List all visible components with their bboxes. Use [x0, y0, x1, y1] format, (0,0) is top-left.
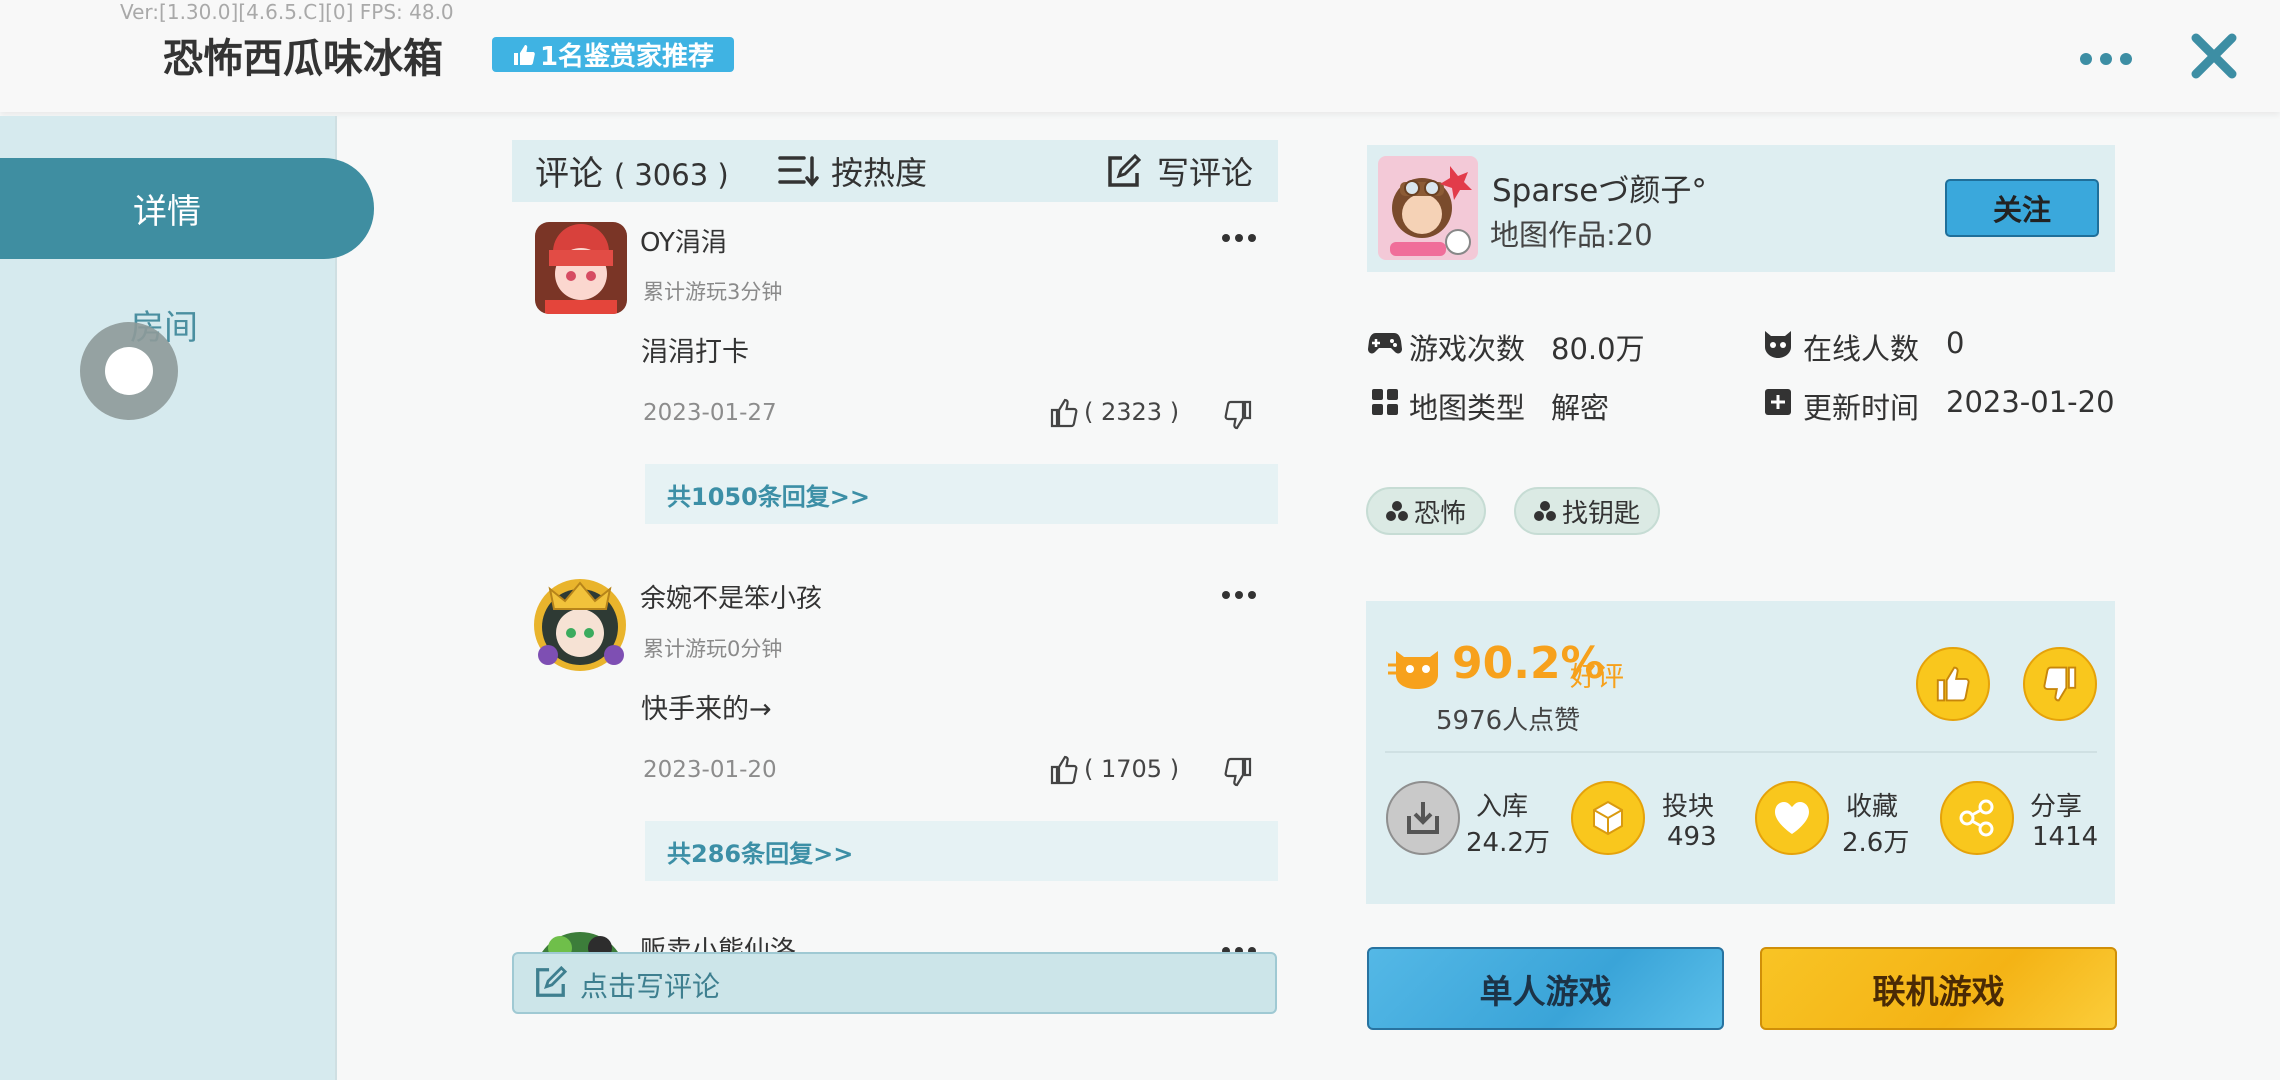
commenter-name[interactable]: 余婉不是笨小孩: [640, 578, 822, 615]
thumbs-down-icon[interactable]: [1224, 400, 1252, 430]
write-comment-button[interactable]: 写评论: [1157, 148, 1253, 194]
write-comment-bar-label: 点击写评论: [580, 970, 721, 1003]
map-type-value: 解密: [1551, 391, 1610, 425]
view-replies-link[interactable]: 共286条回复>>: [667, 834, 853, 869]
action-value: 24.2万: [1466, 828, 1550, 858]
action-label: 收藏: [1846, 792, 1899, 822]
version-fps-overlay: Ver:[1.30.0][4.6.5.C][0] FPS: 48.0: [120, 0, 454, 24]
map-title: 恐怖西瓜味冰箱: [163, 36, 443, 82]
comment-text: 涓涓打卡: [641, 337, 749, 368]
view-replies-link[interactable]: 共1050条回复>>: [667, 477, 870, 512]
author-avatar[interactable]: [1378, 156, 1478, 260]
sort-by-hot-button[interactable]: 按热度: [831, 148, 927, 194]
thumbs-down-icon: [2043, 666, 2077, 702]
block-icon: [1593, 800, 1623, 836]
tag-icon: [1386, 501, 1408, 521]
sidebar: [0, 116, 337, 1080]
avatar-bear-icon: [542, 932, 618, 952]
comment-date: 2023-01-27: [643, 400, 777, 426]
edit-icon[interactable]: [1105, 154, 1141, 190]
online-players-icon: [1765, 331, 1791, 358]
commenter-name[interactable]: OY涓涓: [640, 222, 727, 259]
commenter-playtime: 累计游玩0分钟: [643, 637, 783, 661]
commenter-name-clip: 贩卖小熊仙洛: [640, 930, 796, 952]
download-box-icon: [1407, 802, 1439, 834]
tag-label: 找钥匙: [1562, 498, 1641, 529]
single-player-button[interactable]: 单人游戏: [1367, 947, 1724, 1030]
close-icon[interactable]: [2188, 30, 2240, 82]
comments-count: ( 3063 ): [613, 158, 729, 192]
multiplayer-button[interactable]: 联机游戏: [1760, 947, 2117, 1030]
comment-like-count: ( 1705 ): [1084, 755, 1180, 783]
recommend-badge-label: 1名鉴赏家推荐: [539, 42, 715, 72]
thumbs-up-icon: [513, 44, 535, 65]
update-time-icon: [1765, 389, 1791, 415]
rating-word: 好评: [1570, 662, 1624, 693]
tag-chip[interactable]: 恐怖: [1366, 487, 1487, 535]
comment-like-count-text: ( 2323 ): [1084, 398, 1180, 426]
comment-text: 快手来的→: [641, 694, 772, 725]
action-label: 投块: [1662, 792, 1715, 822]
thumbs-down-icon[interactable]: [1224, 757, 1252, 787]
edit-icon: [536, 966, 567, 997]
update-time-value: 2023-01-20: [1946, 385, 2115, 419]
commenter-avatar[interactable]: [530, 575, 630, 675]
share-button[interactable]: [1940, 781, 2014, 855]
comment-more-icon[interactable]: [1222, 234, 1256, 242]
online-label: 在线人数: [1803, 332, 1920, 366]
action-label: 分享: [2030, 792, 2083, 822]
rating-divider: [1385, 751, 2097, 753]
map-type-label: 地图类型: [1409, 391, 1526, 425]
rating-likes-count: 5976人点赞: [1436, 706, 1581, 736]
rate-dislike-button[interactable]: [2023, 647, 2097, 721]
commenter-name[interactable]: 贩卖小熊仙洛: [640, 930, 796, 952]
tag-icon: [1534, 501, 1556, 521]
commenter-playtime: 累计游玩3分钟: [643, 280, 783, 304]
floating-assist-ball-center: [105, 347, 153, 395]
heart-icon: [1775, 802, 1809, 834]
comments-title: 评论 ( 3063 ): [535, 146, 729, 195]
comment-date: 2023-01-20: [643, 757, 777, 783]
add-to-library-button[interactable]: [1386, 781, 1460, 855]
plays-value: 80.0万: [1551, 332, 1645, 366]
action-label: 入库: [1476, 792, 1529, 822]
commenter-avatar[interactable]: [530, 928, 630, 952]
tag-chip[interactable]: 找钥匙: [1514, 487, 1661, 535]
online-value: 0: [1946, 326, 1965, 360]
recommend-badge[interactable]: 1名鉴赏家推荐: [492, 37, 734, 72]
thumbs-up-icon[interactable]: [1050, 398, 1078, 428]
tab-details[interactable]: 详情: [0, 158, 374, 259]
favorite-button[interactable]: [1755, 781, 1829, 855]
action-value: 1414: [2032, 822, 2099, 852]
follow-button[interactable]: 关注: [1945, 179, 2099, 237]
share-icon: [1959, 799, 1994, 837]
commenter-avatar[interactable]: [535, 222, 627, 314]
comment-more-icon[interactable]: [1222, 591, 1256, 599]
plays-label: 游戏次数: [1409, 332, 1526, 366]
thumbs-up-icon: [1936, 666, 1970, 702]
map-type-icon: [1372, 389, 1398, 415]
action-value: 493: [1667, 822, 1717, 852]
update-time-label: 更新时间: [1803, 391, 1920, 425]
rate-like-button[interactable]: [1916, 647, 1990, 721]
tag-label: 恐怖: [1414, 498, 1467, 529]
sort-icon[interactable]: [778, 154, 822, 188]
comment-like-count: ( 2323 ): [1084, 398, 1179, 426]
avatar-girl-crown-icon: [534, 579, 626, 671]
action-value: 2.6万: [1842, 828, 1910, 858]
author-name[interactable]: Sparseづ颜子°: [1492, 165, 1707, 210]
rating-mascot-icon: [1388, 651, 1438, 689]
donate-block-button[interactable]: [1571, 781, 1645, 855]
more-dots-icon[interactable]: [2080, 44, 2138, 74]
comments-title-label: 评论: [535, 154, 603, 194]
thumbs-up-icon[interactable]: [1050, 755, 1078, 785]
author-works-count: 地图作品:20: [1490, 218, 1653, 252]
gamepad-icon: [1368, 333, 1402, 354]
avatar-girl-red-icon: [535, 222, 627, 314]
